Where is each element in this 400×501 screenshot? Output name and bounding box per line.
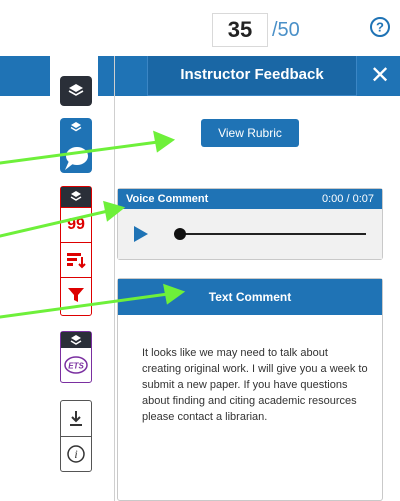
info-button[interactable]: i [61,436,91,471]
tool-sidebar: 99 ETS i [50,56,98,501]
text-comment-card: Text Comment It looks like we may need t… [117,278,383,501]
ets-logo-text: ETS [68,362,84,371]
voice-comment-header: Voice Comment 0:00 / 0:07 [118,189,382,209]
quickmarks-group: 99 [60,186,92,316]
filter-button[interactable] [61,277,91,312]
quickmark-count-button[interactable]: 99 [61,207,91,242]
info-icon: i [67,445,85,463]
audio-player [118,209,382,259]
quickmarks-layer-header [61,187,91,207]
layers-icon [70,335,82,345]
ets-logo-icon: ETS [64,356,88,374]
text-comment-body: It looks like we may need to talk about … [142,347,368,423]
panel-header: Instructor Feedback ✕ [115,56,400,96]
ets-layer-header [61,332,91,348]
layers-button[interactable] [60,76,92,106]
close-icon: ✕ [369,62,391,89]
feedback-comments-button[interactable] [60,118,92,173]
text-comment-header: Text Comment [118,279,382,315]
audio-progress-track[interactable] [176,233,366,235]
play-icon[interactable] [132,224,150,244]
score-bar: 35 /50 ? [0,0,400,56]
download-icon [70,410,82,426]
utility-group: i [60,400,92,472]
score-input[interactable]: 35 [212,13,268,47]
svg-text:i: i [74,447,77,461]
view-rubric-button[interactable]: View Rubric [201,119,299,147]
ets-button[interactable]: ETS [61,348,91,382]
voice-comment-label: Voice Comment [126,193,209,205]
layers-icon [70,122,82,132]
instructor-feedback-panel: Instructor Feedback ✕ View Rubric Voice … [114,56,400,501]
comment-bubble-icon [65,147,88,170]
voice-comment-time: 0:00 / 0:07 [322,193,374,205]
svg-text:?: ? [376,20,384,35]
panel-title: Instructor Feedback [147,56,357,96]
sort-descending-icon [67,253,86,269]
voice-comment-card: Voice Comment 0:00 / 0:07 [117,188,383,260]
layers-icon [68,84,84,96]
filter-icon [68,288,84,302]
close-panel-button[interactable]: ✕ [365,60,395,92]
audio-progress-handle[interactable] [174,228,186,240]
score-total: /50 [272,19,300,41]
help-icon[interactable]: ? [369,16,391,38]
sort-button[interactable] [61,242,91,277]
layers-icon [70,191,82,201]
download-button[interactable] [61,401,91,436]
ets-group: ETS [60,331,92,383]
